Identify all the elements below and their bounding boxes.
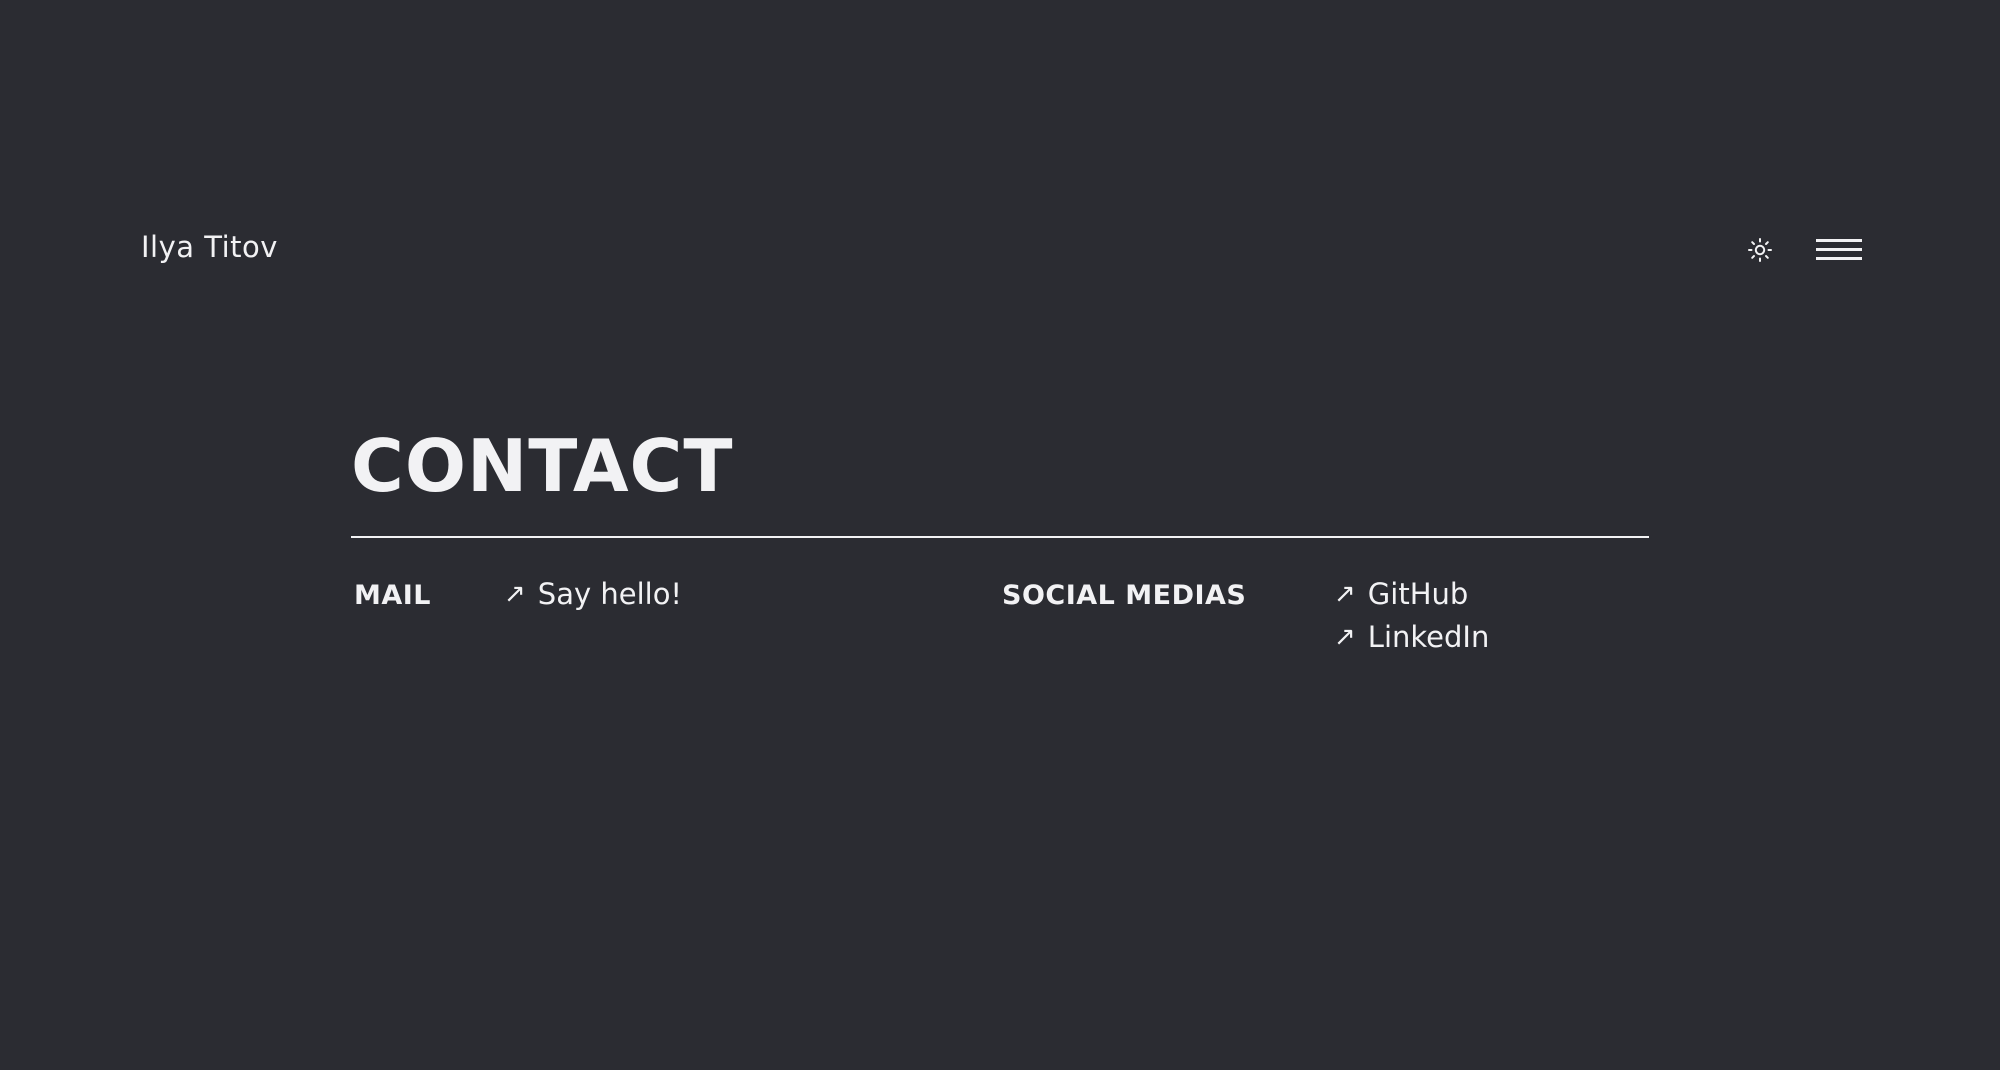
divider [351,536,1649,538]
linkedin-link[interactable]: ↗ LinkedIn [1334,620,1489,654]
site-header: Ilya Titov [0,0,2000,320]
menu-button[interactable] [1816,234,1862,266]
arrow-up-right-icon: ↗ [1334,579,1356,609]
mail-label: MAIL [354,580,432,611]
contact-section: CONTACT MAIL ↗ Say hello! SOCIAL MEDIAS … [351,424,1649,654]
arrow-up-right-icon: ↗ [504,579,526,609]
github-link[interactable]: ↗ GitHub [1334,577,1468,611]
say-hello-link[interactable]: ↗ Say hello! [504,577,682,611]
social-medias-label: SOCIAL MEDIAS [1002,580,1247,611]
page-title: CONTACT [351,424,734,508]
say-hello-label: Say hello! [537,577,683,611]
linkedin-label: LinkedIn [1367,620,1490,654]
sun-icon [1748,238,1772,262]
github-label: GitHub [1367,577,1469,611]
site-logo[interactable]: Ilya Titov [141,230,278,264]
arrow-up-right-icon: ↗ [1334,622,1356,652]
theme-toggle-button[interactable] [1744,234,1776,266]
